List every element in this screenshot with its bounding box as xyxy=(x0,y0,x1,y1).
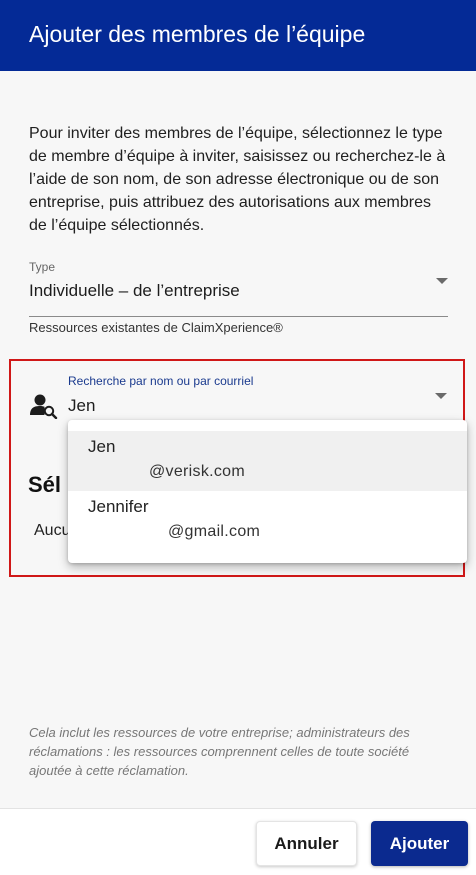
type-helper-text: Ressources existantes de ClaimXperience® xyxy=(29,320,283,335)
suggestion-option[interactable]: Jennifer @gmail.com xyxy=(68,491,467,551)
chevron-down-icon[interactable] xyxy=(435,393,447,399)
suggestion-email: @gmail.com xyxy=(168,523,261,540)
selected-members-heading: Sél xyxy=(28,472,62,497)
suggestion-name: Jennifer xyxy=(88,497,149,516)
dialog-title: Ajouter des membres de l’équipe xyxy=(29,21,366,47)
dialog-footer: Annuler Ajouter xyxy=(0,808,476,875)
search-label: Recherche par nom ou par courriel xyxy=(68,374,254,388)
dialog-header: Ajouter des membres de l’équipe xyxy=(0,0,476,71)
type-label: Type xyxy=(29,260,56,274)
type-select[interactable]: Type Individuelle – de l’entreprise xyxy=(29,258,448,317)
footnote-text: Cela inclut les ressources de votre entr… xyxy=(29,725,410,778)
add-button[interactable]: Ajouter xyxy=(371,821,468,866)
type-value[interactable]: Individuelle – de l’entreprise xyxy=(29,281,240,301)
chevron-down-icon[interactable] xyxy=(436,278,448,284)
suggestion-option[interactable]: Jen @verisk.com xyxy=(68,431,467,491)
selected-members-empty-text: Aucu xyxy=(34,522,71,539)
search-input[interactable] xyxy=(66,394,410,418)
cancel-button[interactable]: Annuler xyxy=(256,821,357,866)
person-search-icon xyxy=(30,394,58,419)
suggestion-email: @verisk.com xyxy=(149,463,245,480)
suggestion-name: Jen xyxy=(88,437,116,456)
intro-text: Pour inviter des membres de l’équipe, sé… xyxy=(29,125,446,234)
autocomplete-dropdown: Jen @verisk.com Jennifer @gmail.com xyxy=(68,420,467,563)
